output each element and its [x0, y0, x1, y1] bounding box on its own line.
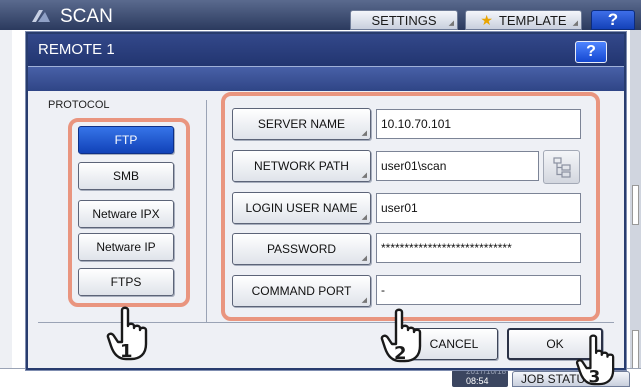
- protocol-netware-ip-button[interactable]: Netware IP: [78, 233, 174, 261]
- folder-tree-icon: [552, 157, 571, 178]
- corner-arrow-icon: ◢: [361, 255, 367, 262]
- template-button-label: TEMPLATE: [498, 12, 567, 28]
- protocol-label: PROTOCOL: [48, 99, 110, 111]
- app-title: SCAN: [60, 6, 113, 27]
- settings-button[interactable]: SETTINGS ◢: [350, 10, 458, 30]
- step-2-number: 2: [394, 343, 407, 364]
- corner-arrow-icon: ◢: [361, 130, 367, 137]
- network-path-button[interactable]: NETWORK PATH ◢: [232, 150, 371, 182]
- help-button-top[interactable]: ?: [591, 10, 635, 30]
- time-text: 08:54: [466, 376, 489, 386]
- hand-pointer-icon-2: 2: [380, 308, 422, 364]
- login-user-name-label: LOGIN USER NAME: [245, 201, 358, 215]
- corner-arrow-icon: ◢: [448, 20, 454, 27]
- server-name-label: SERVER NAME: [257, 117, 346, 131]
- scroll-marker[interactable]: [632, 185, 639, 225]
- dialog-help-button[interactable]: ?: [575, 41, 607, 63]
- login-user-name-field[interactable]: user01: [376, 193, 581, 223]
- step-1-number: 1: [120, 341, 133, 362]
- command-port-field[interactable]: -: [376, 275, 581, 305]
- protocol-smb-button[interactable]: SMB: [78, 162, 174, 190]
- server-name-field[interactable]: 10.10.70.101: [376, 109, 581, 139]
- hand-pointer-icon-1: 1: [106, 306, 148, 362]
- password-label: PASSWORD: [266, 242, 337, 256]
- protocol-ftp-button[interactable]: FTP: [78, 126, 174, 154]
- settings-button-label: SETTINGS: [371, 12, 437, 28]
- command-port-button[interactable]: COMMAND PORT ◢: [232, 275, 371, 307]
- hand-pointer-icon-3: 3: [575, 334, 615, 387]
- corner-arrow-icon: ◢: [361, 214, 367, 221]
- scan-app-icon: [32, 10, 50, 22]
- template-button[interactable]: ★ TEMPLATE ◢: [465, 10, 582, 30]
- vertical-divider: [206, 100, 207, 322]
- corner-arrow-icon: ◢: [361, 297, 367, 304]
- login-user-name-button[interactable]: LOGIN USER NAME ◢: [232, 192, 371, 224]
- password-button[interactable]: PASSWORD ◢: [232, 233, 371, 265]
- dialog-title: REMOTE 1: [38, 41, 115, 58]
- star-icon: ★: [480, 11, 493, 28]
- protocol-ftps-button[interactable]: FTPS: [78, 268, 174, 296]
- dialog-header: REMOTE 1 ?: [28, 34, 624, 67]
- password-field[interactable]: ****************************: [376, 233, 581, 263]
- step-3-number: 3: [589, 367, 601, 387]
- network-path-field[interactable]: user01\scan: [376, 151, 539, 181]
- dialog-band: [28, 67, 624, 91]
- scroll-marker-lower[interactable]: [632, 330, 639, 370]
- browse-button[interactable]: [543, 150, 580, 184]
- corner-arrow-icon: ◢: [572, 20, 578, 27]
- corner-arrow-icon: ◢: [361, 172, 367, 179]
- command-port-label: COMMAND PORT: [251, 284, 352, 298]
- protocol-netware-ipx-button[interactable]: Netware IPX: [78, 200, 174, 228]
- network-path-label: NETWORK PATH: [254, 159, 349, 173]
- server-name-button[interactable]: SERVER NAME ◢: [232, 108, 371, 140]
- left-strip: [0, 30, 12, 375]
